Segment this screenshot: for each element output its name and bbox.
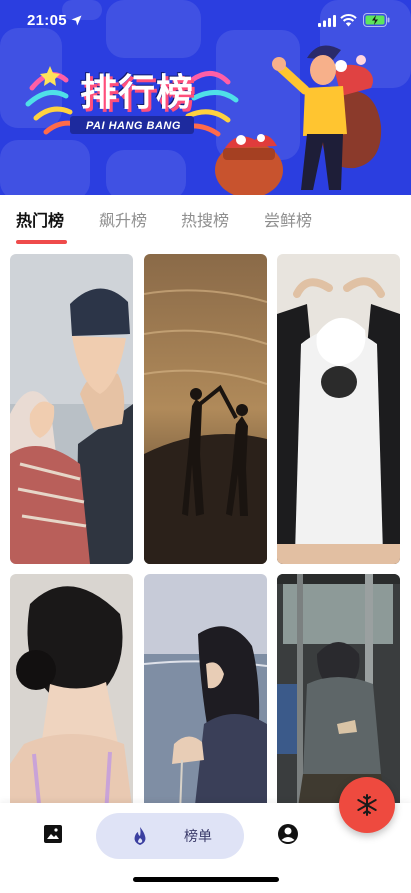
wifi-icon bbox=[340, 14, 357, 27]
ranking-banner: 21:05 排行榜 PAI HANG BANG bbox=[0, 0, 411, 195]
ranking-title-logo: 排行榜 PAI HANG BANG bbox=[22, 58, 242, 148]
white-flower-top-photo bbox=[277, 254, 400, 564]
tab-hot-search[interactable]: 热搜榜 bbox=[181, 207, 229, 231]
photo-card[interactable] bbox=[144, 254, 267, 564]
banner-pattern-tile bbox=[0, 140, 90, 195]
tab-new-trial[interactable]: 尝鲜榜 bbox=[264, 207, 312, 231]
nav-ranking-label: 榜单 bbox=[184, 829, 212, 845]
man-on-bus-photo bbox=[277, 574, 400, 807]
profile-icon[interactable] bbox=[277, 823, 299, 845]
home-indicator bbox=[133, 877, 279, 882]
battery-charging-icon bbox=[363, 13, 390, 27]
photo-card[interactable] bbox=[277, 254, 400, 564]
woman-by-sea-photo bbox=[144, 574, 267, 807]
photo-card[interactable] bbox=[277, 574, 400, 807]
signal-icon bbox=[318, 15, 336, 27]
active-tab-indicator bbox=[16, 240, 67, 244]
snowflake-icon bbox=[357, 794, 377, 816]
banner-pattern-tile bbox=[106, 150, 186, 195]
ranking-tabs: 热门榜 飙升榜 热搜榜 尝鲜榜 bbox=[0, 195, 411, 247]
snowflake-fab-button[interactable] bbox=[339, 777, 395, 833]
sunset-beach-photo bbox=[144, 254, 267, 564]
photo-card[interactable] bbox=[10, 254, 133, 564]
photo-grid bbox=[0, 252, 411, 807]
flame-icon bbox=[134, 827, 146, 845]
ranking-subtitle: PAI HANG BANG bbox=[86, 120, 181, 132]
image-icon[interactable] bbox=[42, 823, 64, 845]
tab-rising[interactable]: 飙升榜 bbox=[99, 207, 147, 231]
woman-hair-bun-photo bbox=[10, 574, 133, 807]
location-arrow-icon bbox=[71, 15, 82, 26]
banner-character-illustration bbox=[215, 45, 382, 195]
nav-ranking-button[interactable]: 榜单 bbox=[96, 813, 244, 859]
ranking-title: 排行榜 bbox=[80, 71, 194, 114]
photo-card[interactable] bbox=[144, 574, 267, 807]
couple-winter-photo bbox=[10, 254, 133, 564]
status-time: 21:05 bbox=[27, 12, 67, 29]
photo-card[interactable] bbox=[10, 574, 133, 807]
tab-hot[interactable]: 热门榜 bbox=[16, 207, 64, 231]
